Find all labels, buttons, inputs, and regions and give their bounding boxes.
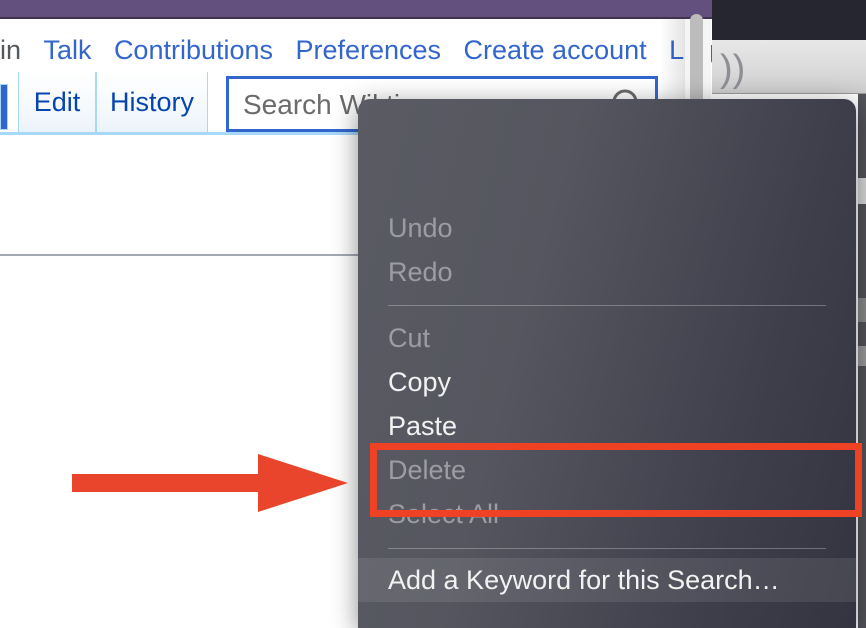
menu-item-redo: Redo — [358, 250, 856, 294]
context-menu: Undo Redo Cut Copy Paste Delete Select A… — [358, 99, 856, 628]
menu-item-delete: Delete — [358, 448, 856, 492]
tab-left-edge — [0, 84, 8, 130]
personal-link-username: in — [0, 30, 21, 70]
vertical-scrollbar-thumb[interactable] — [690, 14, 703, 109]
menu-item-copy[interactable]: Copy — [358, 360, 856, 404]
menu-item-cut: Cut — [358, 316, 856, 360]
menu-item-undo: Undo — [358, 206, 856, 250]
menu-item-select-all: Select All — [358, 492, 856, 536]
personal-link-preferences[interactable]: Preferences — [295, 30, 441, 70]
personal-link-talk[interactable]: Talk — [43, 30, 91, 70]
personal-link-contributions[interactable]: Contributions — [114, 30, 273, 70]
personal-tools-links: in Talk Contributions Preferences Create… — [0, 30, 712, 70]
background-window-titlebar — [710, 0, 866, 40]
menu-separator-2 — [388, 548, 826, 549]
tab-history[interactable]: History — [96, 72, 208, 132]
background-window-right-sliver — [858, 94, 866, 628]
menu-item-paste[interactable]: Paste — [358, 404, 856, 448]
arrow-annotation-icon — [72, 452, 348, 514]
purple-header-bar — [0, 0, 712, 17]
menu-separator-1 — [388, 305, 826, 306]
menu-item-check-spelling[interactable]: Check Spelling — [358, 624, 856, 628]
tab-edit[interactable]: Edit — [18, 72, 96, 132]
speaker-waves-icon: )) — [720, 50, 745, 88]
menu-item-add-a-keyword-for-this-search[interactable]: Add a Keyword for this Search… — [358, 558, 856, 602]
personal-link-create-account[interactable]: Create account — [464, 30, 647, 70]
background-window: )) — [710, 0, 866, 94]
purple-header-bar-edge — [0, 17, 712, 19]
